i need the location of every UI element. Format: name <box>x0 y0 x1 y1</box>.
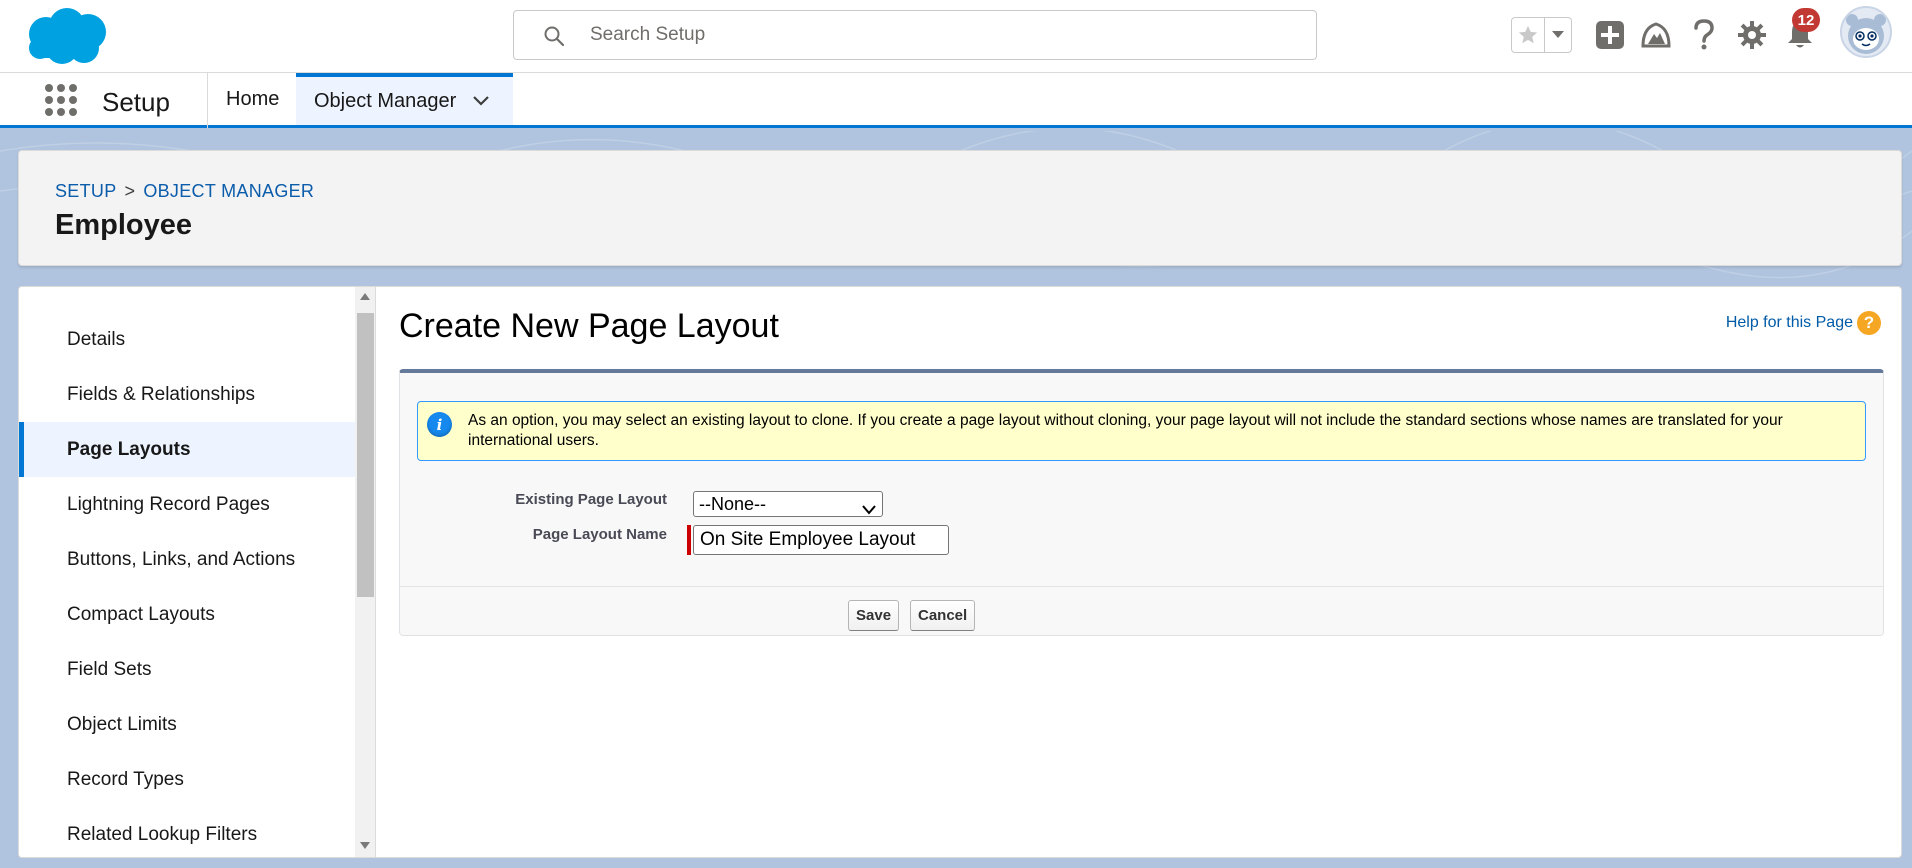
main-panel: Details Fields & Relationships Page Layo… <box>18 286 1902 858</box>
help-question-icon[interactable]: ? <box>1857 311 1881 335</box>
sidebar-item-record-types[interactable]: Record Types <box>19 752 355 807</box>
setup-gear-icon[interactable] <box>1735 18 1769 52</box>
sidebar-item-label: Compact Layouts <box>67 603 215 625</box>
nav-tab-home[interactable]: Home <box>208 73 297 125</box>
help-for-this-page-link[interactable]: Help for this Page <box>1726 314 1853 332</box>
sidebar-item-label: Object Limits <box>67 713 177 735</box>
sidebar-item-label: Lightning Record Pages <box>67 493 270 515</box>
sidebar-item-label: Buttons, Links, and Actions <box>67 548 296 570</box>
chevron-down-icon[interactable] <box>472 90 490 113</box>
object-sidebar: Details Fields & Relationships Page Layo… <box>19 287 355 857</box>
sidebar-scrollbar[interactable] <box>355 287 376 857</box>
sidebar-item-fields-relationships[interactable]: Fields & Relationships <box>19 367 355 422</box>
existing-page-layout-label: Existing Page Layout <box>515 491 667 508</box>
sidebar-item-label: Related Lookup Filters <box>67 823 258 845</box>
chevron-down-icon[interactable] <box>1545 18 1571 52</box>
user-avatar[interactable] <box>1840 6 1892 58</box>
chevron-down-icon <box>862 499 876 520</box>
global-actions-plus-icon[interactable] <box>1593 18 1627 52</box>
breadcrumb-object-manager-link[interactable]: OBJECT MANAGER <box>143 181 314 201</box>
sidebar-item-label: Page Layouts <box>67 438 191 460</box>
trailhead-icon[interactable] <box>1639 18 1673 52</box>
page-layout-name-input[interactable] <box>693 525 949 555</box>
info-message-text: As an option, you may select an existing… <box>468 412 1783 449</box>
page-title: Employee <box>55 209 192 241</box>
favorites-group <box>1511 17 1572 53</box>
sidebar-item-label: Field Sets <box>67 658 152 680</box>
object-page-header: SETUP > OBJECT MANAGER Employee <box>18 150 1902 266</box>
content-title: Create New Page Layout <box>399 307 779 345</box>
page-layout-name-label: Page Layout Name <box>532 526 667 543</box>
nav-tab-object-manager[interactable]: Object Manager <box>296 73 513 125</box>
sidebar-item-label: Fields & Relationships <box>67 383 255 405</box>
search-input[interactable] <box>590 21 1290 49</box>
nav-tab-label: Home <box>226 87 280 110</box>
sidebar-item-compact-layouts[interactable]: Compact Layouts <box>19 587 355 642</box>
scroll-thumb[interactable] <box>357 313 374 597</box>
search-icon <box>542 24 566 48</box>
global-header: 12 <box>0 0 1912 73</box>
sidebar-item-related-lookup-filters[interactable]: Related Lookup Filters <box>19 807 355 857</box>
search-setup-box[interactable] <box>513 10 1317 60</box>
context-bar: Setup Home Object Manager <box>0 73 1912 128</box>
scroll-up-arrow-icon[interactable] <box>360 293 370 300</box>
breadcrumb: SETUP > OBJECT MANAGER <box>55 181 314 202</box>
app-launcher-icon[interactable] <box>44 83 78 117</box>
scroll-down-arrow-icon[interactable] <box>360 842 370 849</box>
existing-page-layout-select[interactable]: --None-- <box>693 491 883 517</box>
sidebar-item-label: Record Types <box>67 768 184 790</box>
button-row-divider <box>400 586 1883 587</box>
favorite-star-icon[interactable] <box>1512 18 1545 52</box>
sidebar-item-page-layouts[interactable]: Page Layouts <box>19 422 355 477</box>
sidebar-item-field-sets[interactable]: Field Sets <box>19 642 355 697</box>
sidebar-item-label: Details <box>67 328 126 350</box>
salesforce-cloud-logo[interactable] <box>22 6 112 70</box>
breadcrumb-separator: > <box>124 181 136 201</box>
create-layout-form: i As an option, you may select an existi… <box>399 369 1884 636</box>
breadcrumb-setup-link[interactable]: SETUP <box>55 181 117 201</box>
info-icon: i <box>427 412 452 437</box>
content-area: Create New Page Layout Help for this Pag… <box>377 287 1901 857</box>
required-indicator <box>687 525 691 555</box>
notification-count-badge: 12 <box>1792 8 1820 32</box>
select-value: --None-- <box>699 493 767 514</box>
sidebar-item-buttons-links-actions[interactable]: Buttons, Links, and Actions <box>19 532 355 587</box>
cancel-button[interactable]: Cancel <box>910 600 976 631</box>
help-question-icon[interactable] <box>1687 18 1721 52</box>
info-message: i As an option, you may select an existi… <box>417 401 1866 461</box>
app-name: Setup <box>102 87 170 117</box>
save-button[interactable]: Save <box>848 600 900 631</box>
sidebar-item-details[interactable]: Details <box>19 312 355 367</box>
nav-tab-label: Object Manager <box>314 89 457 112</box>
sidebar-item-object-limits[interactable]: Object Limits <box>19 697 355 752</box>
sidebar-item-lightning-record-pages[interactable]: Lightning Record Pages <box>19 477 355 532</box>
